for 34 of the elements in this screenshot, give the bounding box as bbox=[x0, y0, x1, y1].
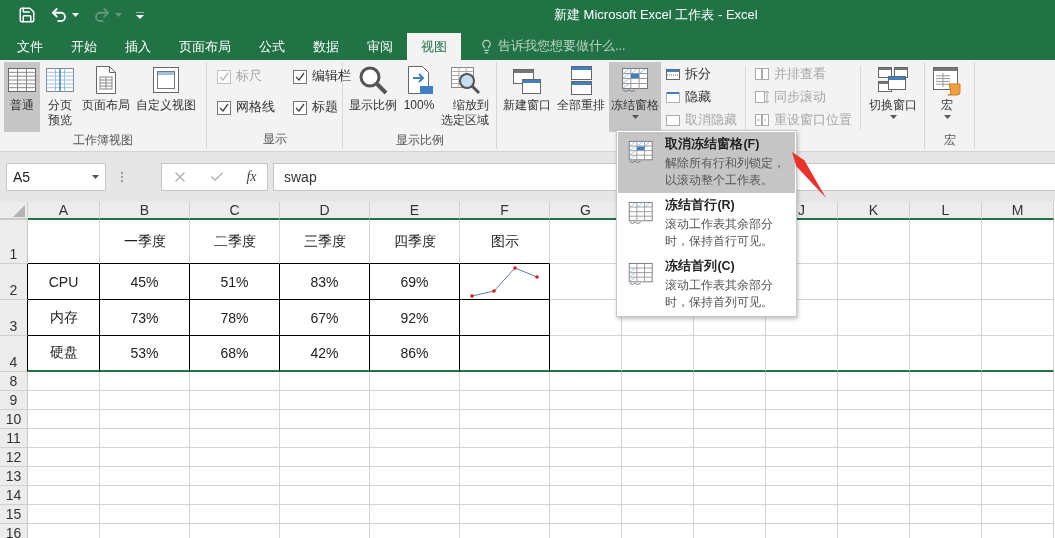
checkbox-label: 标题 bbox=[312, 99, 338, 116]
table-cell: 69% bbox=[370, 264, 460, 300]
table-cell: 四季度 bbox=[370, 220, 460, 264]
checkbox-label: 编辑栏 bbox=[312, 68, 351, 85]
group-label: 工作簿视图 bbox=[73, 132, 133, 149]
table-cell: 三季度 bbox=[280, 220, 370, 264]
table-cell: 图示 bbox=[460, 220, 550, 264]
checkbox-label: 标尺 bbox=[236, 68, 262, 85]
table-cell: 73% bbox=[100, 300, 190, 336]
menu-item-title: 冻结首列(C) bbox=[665, 258, 736, 275]
group-label: 显示 bbox=[262, 131, 287, 148]
table-cell: 45% bbox=[100, 264, 190, 300]
menu-item-title: 取消冻结窗格(F) bbox=[665, 136, 761, 153]
window-title: 新建 Microsoft Excel 工作表 - Excel bbox=[554, 6, 758, 24]
table-cell: 内存 bbox=[28, 300, 100, 336]
table-cell: 硬盘 bbox=[28, 336, 100, 372]
table-cell: 92% bbox=[370, 300, 460, 336]
table-cell: 83% bbox=[280, 264, 370, 300]
table-cell: 86% bbox=[370, 336, 460, 372]
table-cell: 二季度 bbox=[190, 220, 280, 264]
table-cell: 42% bbox=[280, 336, 370, 372]
group-label: 宏 bbox=[943, 132, 956, 149]
menu-item-title: 冻结首行(R) bbox=[665, 197, 736, 214]
menu-item-description: 解除所有行和列锁定，以滚动整个工作表。 bbox=[665, 155, 787, 189]
menu-item-description: 滚动工作表其余部分时，保持首列可见。 bbox=[665, 277, 775, 311]
group-label: 显示比例 bbox=[395, 132, 444, 149]
table-cell: 68% bbox=[190, 336, 280, 372]
table-cell: 51% bbox=[190, 264, 280, 300]
table-cell: 53% bbox=[100, 336, 190, 372]
table-cell: 一季度 bbox=[100, 220, 190, 264]
table-cell: CPU bbox=[28, 264, 100, 300]
table-cell: 67% bbox=[280, 300, 370, 336]
checkbox-label: 网格线 bbox=[236, 99, 275, 116]
table-cell: 78% bbox=[190, 300, 280, 336]
